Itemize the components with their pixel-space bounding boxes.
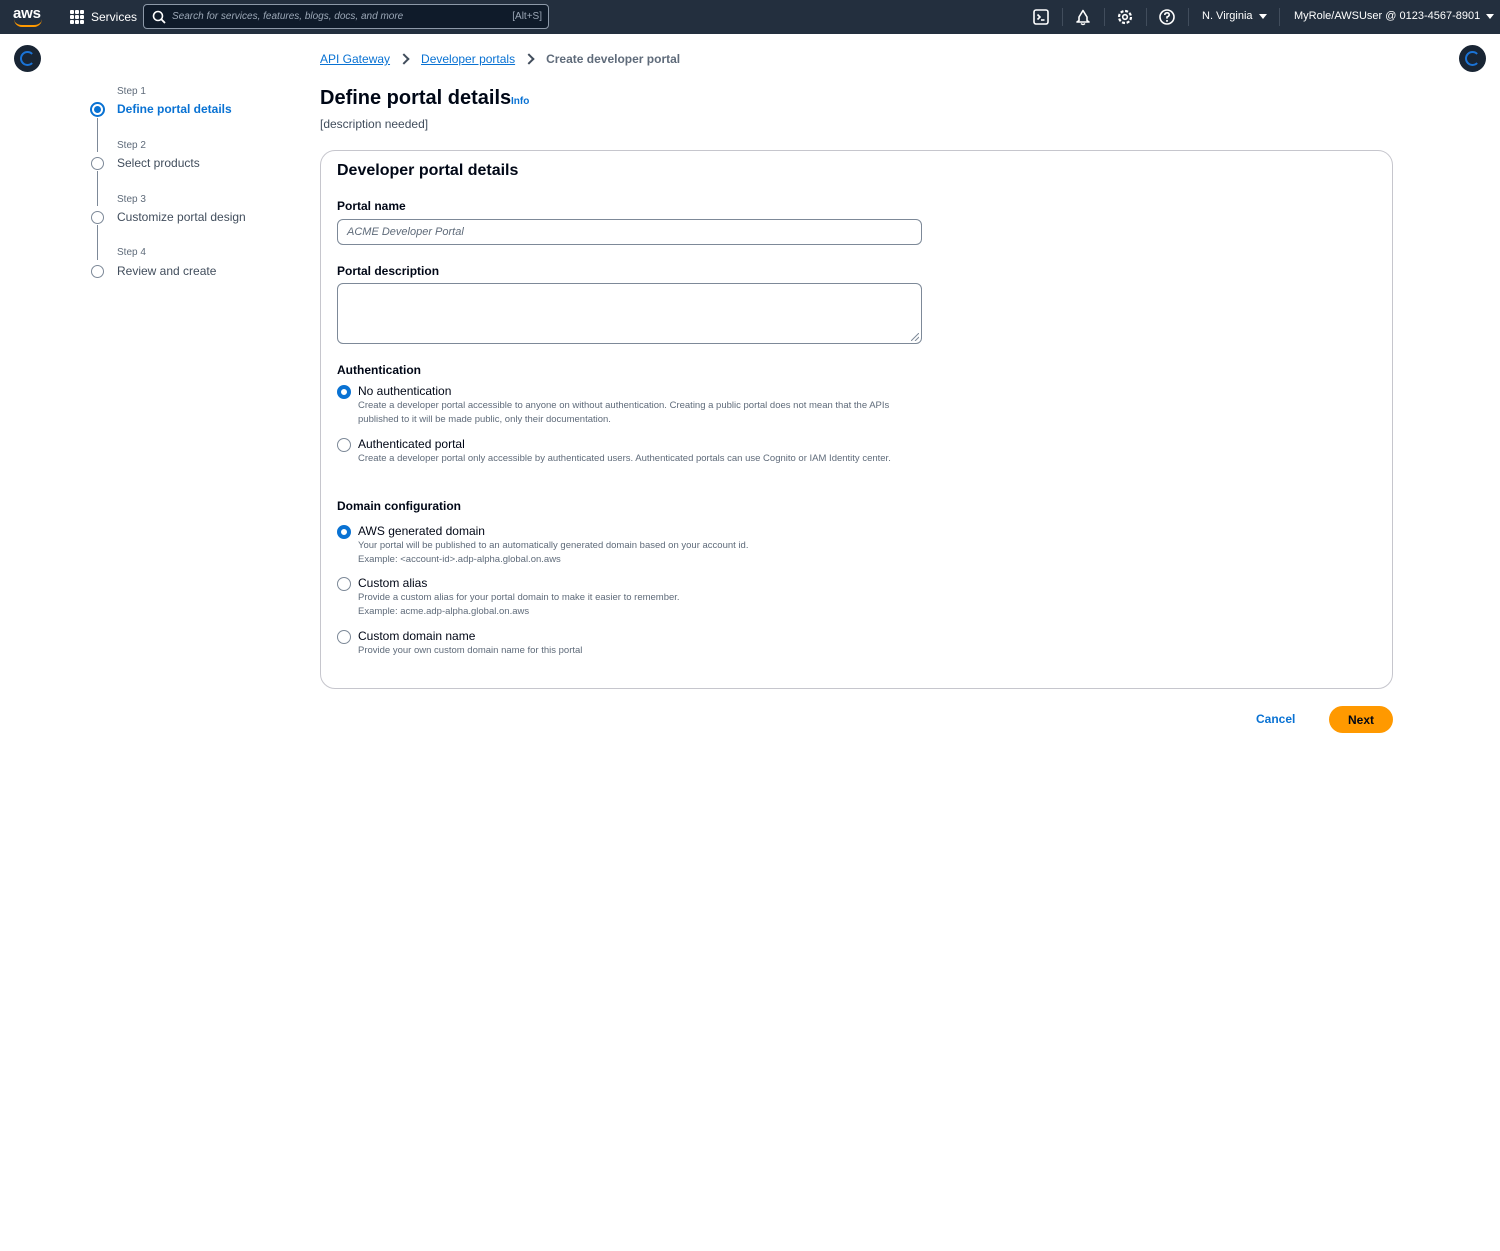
account-label: MyRole/AWSUser @ 0123-4567-8901 xyxy=(1294,10,1481,22)
step-number: Step 4 xyxy=(117,247,146,258)
account-menu[interactable]: MyRole/AWSUser @ 0123-4567-8901 xyxy=(1294,10,1495,22)
portal-name-placeholder: ACME Developer Portal xyxy=(347,226,464,238)
radio-title: Custom alias xyxy=(358,576,428,590)
page-description: [description needed] xyxy=(320,117,429,131)
aws-logo[interactable]: aws xyxy=(13,5,43,29)
portal-details-container: Developer portal details Portal name ACM… xyxy=(320,150,1393,689)
step-connector xyxy=(97,171,98,206)
step-label: Select products xyxy=(117,156,200,170)
portal-name-label: Portal name xyxy=(337,199,406,213)
radio-title: No authentication xyxy=(358,384,452,398)
services-label: Services xyxy=(91,10,138,24)
step-connector xyxy=(97,118,98,152)
resize-grip-icon[interactable] xyxy=(911,333,919,341)
radio-title: Custom domain name xyxy=(358,629,476,643)
nav-divider xyxy=(1146,8,1147,26)
refresh-icon xyxy=(20,51,35,66)
cancel-button[interactable]: Cancel xyxy=(1256,712,1295,726)
search-placeholder: Search for services, features, blogs, do… xyxy=(172,11,404,22)
step-number: Step 2 xyxy=(117,140,146,151)
radio-description: Provide your own custom domain name for … xyxy=(358,645,583,656)
radio-checked-icon[interactable] xyxy=(337,385,351,399)
breadcrumb-current: Create developer portal xyxy=(546,52,681,66)
region-label: N. Virginia xyxy=(1202,10,1253,22)
step-label: Define portal details xyxy=(117,102,232,116)
help-icon[interactable] xyxy=(1158,8,1176,26)
nav-divider xyxy=(1062,8,1063,26)
search-icon xyxy=(152,10,166,24)
region-selector[interactable]: N. Virginia xyxy=(1202,10,1267,22)
portal-description-textarea[interactable] xyxy=(337,283,922,344)
radio-title: Authenticated portal xyxy=(358,437,465,451)
nav-divider xyxy=(1279,8,1280,26)
portal-description-label: Portal description xyxy=(337,264,440,278)
radio-unchecked-icon[interactable] xyxy=(337,438,351,452)
step-inactive-icon xyxy=(91,265,104,278)
search-shortcut: [Alt+S] xyxy=(512,11,542,22)
step-label: Customize portal design xyxy=(117,210,246,224)
refresh-icon xyxy=(1465,51,1480,66)
tools-toggle-button[interactable] xyxy=(1459,45,1486,72)
step-label: Review and create xyxy=(117,264,217,278)
page-title: Define portal details xyxy=(320,87,512,109)
breadcrumb-developer-portals[interactable]: Developer portals xyxy=(421,52,515,66)
chevron-right-icon xyxy=(523,53,535,65)
step-number: Step 1 xyxy=(117,86,146,97)
caret-down-icon xyxy=(1486,13,1495,19)
step-inactive-icon xyxy=(91,157,104,170)
radio-title: AWS generated domain xyxy=(358,524,485,538)
radio-unchecked-icon[interactable] xyxy=(337,630,351,644)
container-heading: Developer portal details xyxy=(337,162,519,179)
next-button[interactable]: Next xyxy=(1329,706,1393,733)
radio-description-text: Provide a custom alias for your portal d… xyxy=(358,592,680,603)
portal-name-input[interactable]: ACME Developer Portal xyxy=(337,219,922,245)
logo-smile-icon xyxy=(14,19,42,27)
radio-unchecked-icon[interactable] xyxy=(337,577,351,591)
breadcrumb-api-gateway[interactable]: API Gateway xyxy=(320,52,390,66)
grid-icon xyxy=(70,10,84,24)
step-connector xyxy=(97,225,98,260)
radio-checked-icon[interactable] xyxy=(337,525,351,539)
radio-example-text: Example: <account-id>.adp-alpha.global.o… xyxy=(358,553,561,565)
nav-divider xyxy=(1188,8,1189,26)
nav-divider xyxy=(1104,8,1105,26)
info-link[interactable]: Info xyxy=(511,96,529,107)
search-input[interactable]: Search for services, features, blogs, do… xyxy=(143,4,549,29)
caret-down-icon xyxy=(1258,13,1267,19)
radio-description: Provide a custom alias for your portal d… xyxy=(358,591,918,618)
radio-description: Your portal will be published to an auto… xyxy=(358,539,918,566)
notifications-icon[interactable] xyxy=(1074,8,1092,26)
domain-configuration-label: Domain configuration xyxy=(337,499,461,513)
radio-description: Create a developer portal accessible to … xyxy=(358,400,890,425)
navigation-toggle-button[interactable] xyxy=(14,45,41,72)
step-active-icon xyxy=(90,102,105,117)
services-menu-button[interactable]: Services xyxy=(70,9,137,25)
top-navigation: aws Services Search for services, featur… xyxy=(0,0,1500,34)
settings-icon[interactable] xyxy=(1116,8,1134,26)
step-inactive-icon xyxy=(91,211,104,224)
breadcrumb: API Gateway Developer portals Create dev… xyxy=(320,52,680,66)
radio-example-text: Example: acme.adp-alpha.global.on.aws xyxy=(358,605,530,617)
chevron-right-icon xyxy=(398,53,410,65)
radio-description-text: Your portal will be published to an auto… xyxy=(358,540,749,551)
radio-description: Create a developer portal only accessibl… xyxy=(358,453,891,464)
cloudshell-icon[interactable] xyxy=(1032,8,1050,26)
authentication-label: Authentication xyxy=(337,363,421,377)
step-number: Step 3 xyxy=(117,194,146,205)
